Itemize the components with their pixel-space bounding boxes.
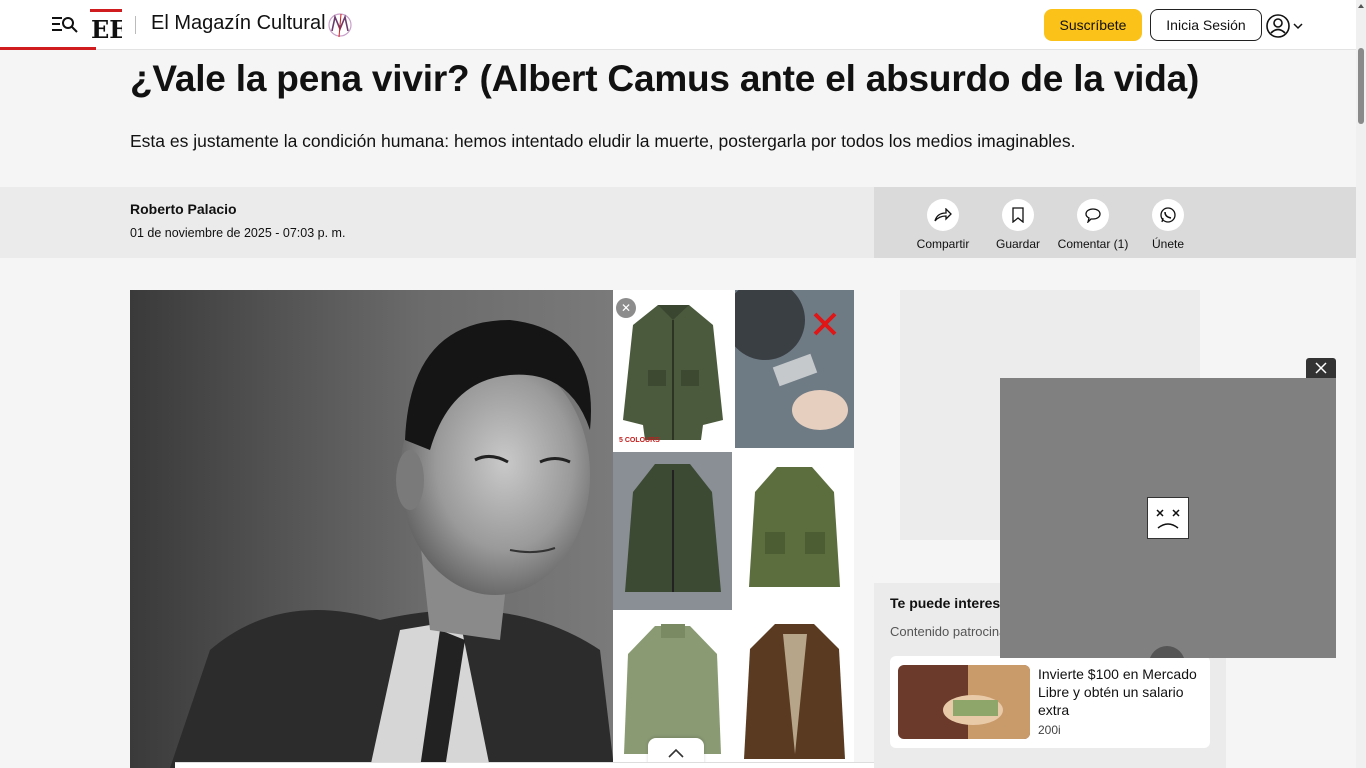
subscribe-button[interactable]: Suscríbete: [1044, 9, 1142, 41]
svg-text:EE: EE: [91, 15, 122, 41]
comment-icon: [1077, 199, 1109, 231]
article-lead: Esta es justamente la condición humana: …: [130, 131, 1076, 151]
sponsored-card-source: 200i: [1038, 723, 1061, 737]
close-icon: [1315, 362, 1327, 374]
login-button[interactable]: Inicia Sesión: [1150, 9, 1262, 41]
video-close-button[interactable]: [1306, 358, 1336, 378]
article-headline: ¿Vale la pena vivir? (Albert Camus ante …: [130, 58, 1200, 99]
save-label: Guardar: [995, 237, 1041, 251]
video-control-icon[interactable]: [1149, 646, 1185, 658]
sponsored-card-title[interactable]: Invierte $100 en Mercado Libre y obtén u…: [1038, 665, 1204, 719]
publish-date: 01 de noviembre de 2025 - 07:03 p. m.: [130, 226, 346, 240]
article-main-photo[interactable]: [130, 290, 614, 768]
ad-brown-jacket[interactable]: [735, 614, 854, 768]
menu-search-icon[interactable]: [50, 13, 80, 37]
join-whatsapp-button[interactable]: Únete: [1128, 199, 1208, 251]
ad-colours-label: 5 COLOURS: [619, 437, 660, 444]
share-icon: [927, 199, 959, 231]
section-title[interactable]: El Magazín Cultural: [151, 12, 326, 35]
header-accent-line: [0, 47, 96, 50]
chevron-up-icon: [668, 748, 684, 758]
floating-video-player[interactable]: [1000, 378, 1336, 658]
byline-bar: Roberto Palacio 01 de noviembre de 2025 …: [0, 187, 1356, 258]
bookmark-icon: [1002, 199, 1034, 231]
ad-sharpener[interactable]: [735, 290, 854, 448]
join-label: Únete: [1151, 237, 1185, 251]
magazin-mark-icon: [327, 11, 353, 39]
el-espectador-logo[interactable]: EE: [90, 9, 128, 44]
share-button[interactable]: Compartir: [903, 199, 983, 251]
scroll-up-arrow-icon[interactable]: [1358, 4, 1364, 8]
sponsored-card[interactable]: Invierte $100 en Mercado Libre y obtén u…: [890, 656, 1210, 748]
sponsored-card-image[interactable]: [898, 665, 1030, 739]
ad-image-grid[interactable]: 5 COLOURS: [613, 290, 854, 768]
scrollbar-thumb[interactable]: [1358, 48, 1364, 124]
ad-close-icon[interactable]: ✕: [616, 298, 636, 318]
user-account-icon[interactable]: [1266, 13, 1306, 39]
share-label: Compartir: [916, 237, 970, 251]
ad-softshell-jacket[interactable]: [613, 452, 732, 610]
comment-button[interactable]: Comentar (1): [1053, 199, 1133, 251]
whatsapp-icon: [1152, 199, 1184, 231]
author-name[interactable]: Roberto Palacio: [130, 201, 237, 217]
comment-label: Comentar (1): [1057, 237, 1129, 251]
header-divider: [135, 16, 136, 34]
save-button[interactable]: Guardar: [978, 199, 1058, 251]
recommended-title: Te puede interesar: [890, 595, 1014, 611]
page-scrollbar[interactable]: [1356, 0, 1366, 768]
ad-field-jacket[interactable]: [735, 452, 854, 610]
sad-face-error-icon: [1147, 497, 1189, 539]
top-header: EE El Magazín Cultural Suscríbete Inicia…: [0, 0, 1356, 50]
